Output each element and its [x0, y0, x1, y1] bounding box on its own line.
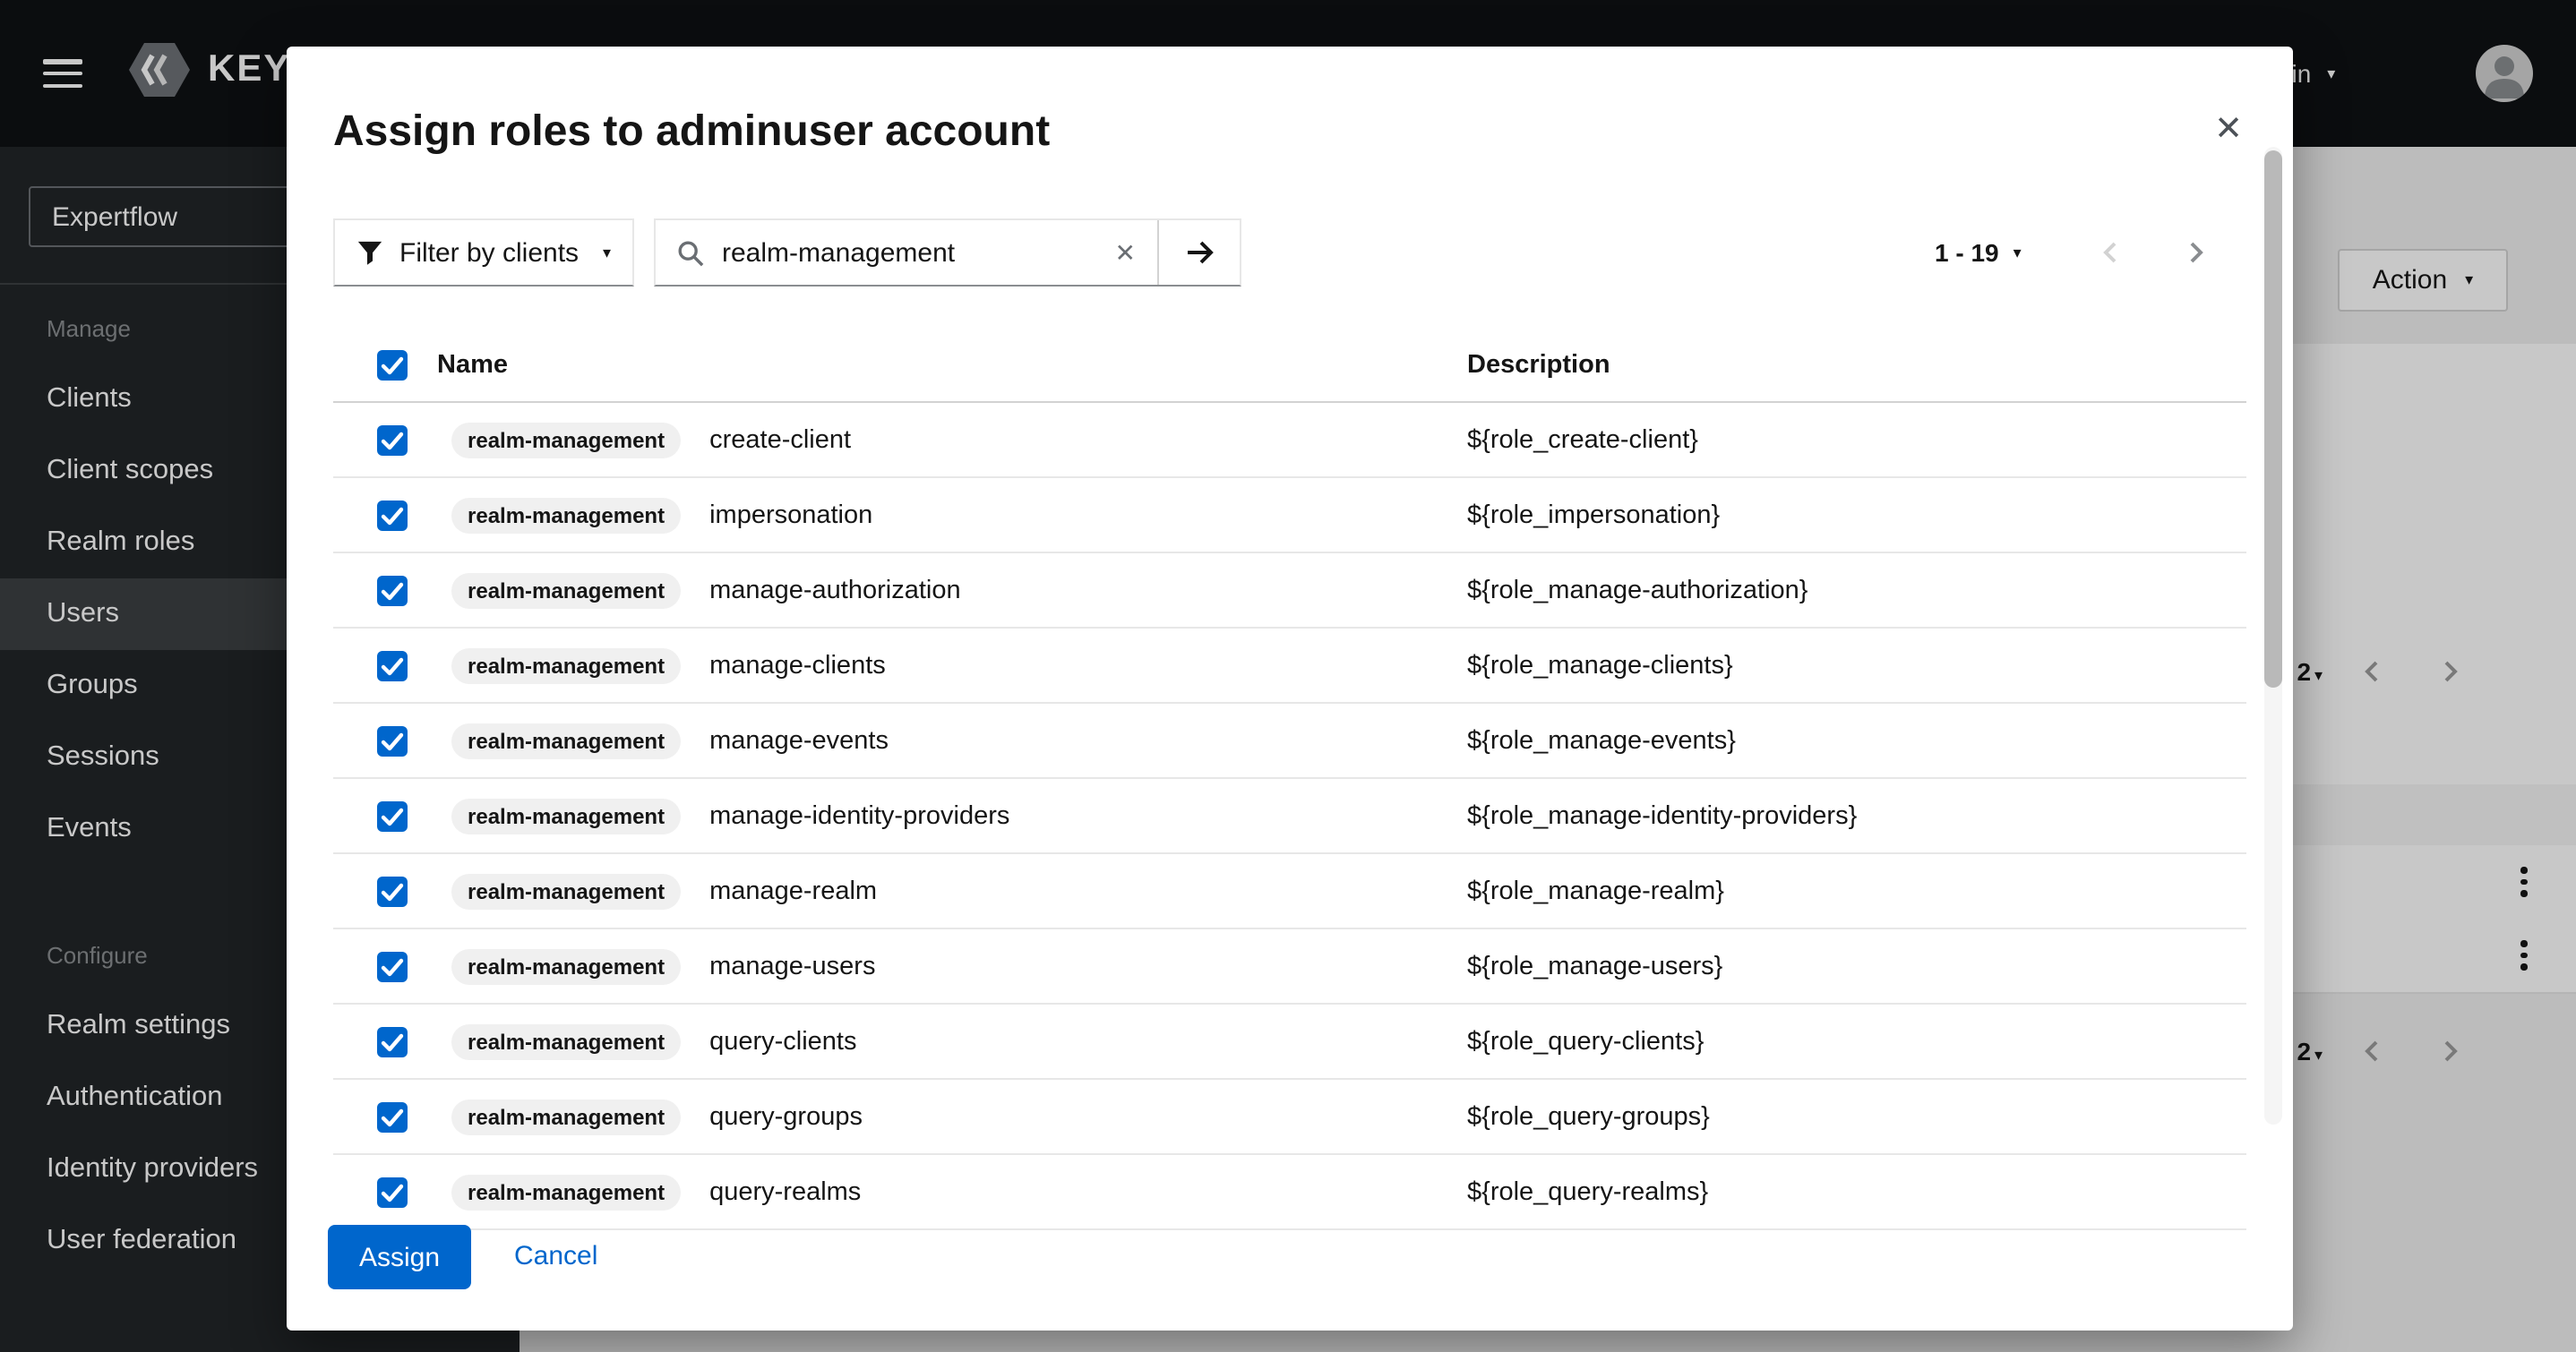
- column-header-description: Description: [1467, 351, 2246, 380]
- role-description: ${role_manage-users}: [1467, 952, 1722, 980]
- roles-table-body: realm-management create-client ${role_cr…: [333, 403, 2246, 1230]
- row-checkbox[interactable]: [376, 499, 408, 531]
- select-all-checkbox[interactable]: [376, 349, 408, 381]
- role-description: ${role_query-realms}: [1467, 1177, 1708, 1206]
- modal-title: Assign roles to adminuser account: [333, 107, 1050, 158]
- row-checkbox[interactable]: [376, 1176, 408, 1208]
- assign-button[interactable]: Assign: [328, 1225, 471, 1289]
- roles-table: Name Description realm-management create…: [333, 329, 2246, 1230]
- chevron-down-icon: ▾: [2014, 244, 2022, 261]
- role-name: query-clients: [709, 1027, 856, 1056]
- row-checkbox[interactable]: [376, 950, 408, 982]
- role-name: query-realms: [709, 1177, 861, 1206]
- table-row: realm-management manage-authorization ${…: [333, 553, 2246, 629]
- pagination-prev-icon[interactable]: [2078, 218, 2142, 287]
- search-input[interactable]: [718, 235, 1094, 270]
- table-header-row: Name Description: [333, 329, 2246, 403]
- role-name: manage-authorization: [709, 576, 961, 604]
- row-checkbox[interactable]: [376, 649, 408, 681]
- role-description: ${role_manage-authorization}: [1467, 576, 1808, 604]
- keycloak-admin-screen: KEYCLOAK admin ▾ Expertflow ▾ Manage Cli…: [0, 0, 2576, 1352]
- role-description: ${role_manage-events}: [1467, 726, 1736, 755]
- role-description: ${role_create-client}: [1467, 425, 1698, 454]
- close-icon[interactable]: ✕: [2203, 104, 2254, 154]
- row-checkbox[interactable]: [376, 1100, 408, 1133]
- table-row: realm-management manage-users ${role_man…: [333, 929, 2246, 1005]
- scrollbar-thumb[interactable]: [2264, 150, 2282, 688]
- table-row: realm-management manage-identity-provide…: [333, 779, 2246, 854]
- scrollbar-track[interactable]: [2264, 147, 2282, 1125]
- client-badge: realm-management: [451, 647, 681, 683]
- table-row: realm-management manage-events ${role_ma…: [333, 704, 2246, 779]
- row-checkbox[interactable]: [376, 875, 408, 907]
- cancel-link[interactable]: Cancel: [514, 1241, 597, 1271]
- filter-icon: [356, 239, 383, 266]
- column-header-name: Name: [437, 351, 1467, 380]
- chevron-down-icon: ▾: [603, 244, 611, 261]
- client-badge: realm-management: [451, 422, 681, 458]
- client-badge: realm-management: [451, 948, 681, 984]
- role-description: ${role_manage-realm}: [1467, 877, 1724, 905]
- role-name: query-groups: [709, 1102, 863, 1131]
- role-name: manage-events: [709, 726, 889, 755]
- assign-roles-modal: Assign roles to adminuser account ✕ Filt…: [287, 47, 2293, 1331]
- role-name: create-client: [709, 425, 851, 454]
- role-name: manage-identity-providers: [709, 801, 1009, 830]
- row-checkbox[interactable]: [376, 724, 408, 757]
- table-row: realm-management query-realms ${role_que…: [333, 1155, 2246, 1230]
- table-row: realm-management create-client ${role_cr…: [333, 403, 2246, 478]
- row-checkbox[interactable]: [376, 424, 408, 456]
- table-row: realm-management manage-realm ${role_man…: [333, 854, 2246, 929]
- pagination-next-icon[interactable]: [2164, 218, 2228, 287]
- search-box: ✕: [654, 218, 1241, 287]
- client-badge: realm-management: [451, 572, 681, 608]
- client-badge: realm-management: [451, 1023, 681, 1059]
- arrow-right-icon: [1183, 238, 1215, 267]
- filter-label: Filter by clients: [399, 237, 579, 268]
- row-checkbox[interactable]: [376, 574, 408, 606]
- client-badge: realm-management: [451, 798, 681, 834]
- role-description: ${role_manage-identity-providers}: [1467, 801, 1857, 830]
- client-badge: realm-management: [451, 723, 681, 758]
- pagination-range: 1 - 19: [1935, 238, 1999, 267]
- role-name: manage-users: [709, 952, 875, 980]
- role-description: ${role_query-groups}: [1467, 1102, 1710, 1131]
- role-description: ${role_impersonation}: [1467, 501, 1720, 529]
- role-name: manage-realm: [709, 877, 877, 905]
- client-badge: realm-management: [451, 873, 681, 909]
- table-row: realm-management impersonation ${role_im…: [333, 478, 2246, 553]
- table-row: realm-management query-clients ${role_qu…: [333, 1005, 2246, 1080]
- clear-search-icon[interactable]: ✕: [1094, 237, 1157, 268]
- role-name: impersonation: [709, 501, 872, 529]
- client-badge: realm-management: [451, 1099, 681, 1134]
- client-badge: realm-management: [451, 497, 681, 533]
- table-row: realm-management query-groups ${role_que…: [333, 1080, 2246, 1155]
- table-row: realm-management manage-clients ${role_m…: [333, 629, 2246, 704]
- search-icon: [656, 239, 718, 266]
- client-badge: realm-management: [451, 1174, 681, 1210]
- role-description: ${role_query-clients}: [1467, 1027, 1704, 1056]
- row-checkbox[interactable]: [376, 1025, 408, 1057]
- modal-pagination-menu[interactable]: 1 - 19 ▾: [1935, 218, 2022, 287]
- role-description: ${role_manage-clients}: [1467, 651, 1733, 680]
- row-checkbox[interactable]: [376, 800, 408, 832]
- filter-dropdown[interactable]: Filter by clients ▾: [333, 218, 634, 287]
- role-name: manage-clients: [709, 651, 886, 680]
- search-submit-button[interactable]: [1157, 220, 1240, 285]
